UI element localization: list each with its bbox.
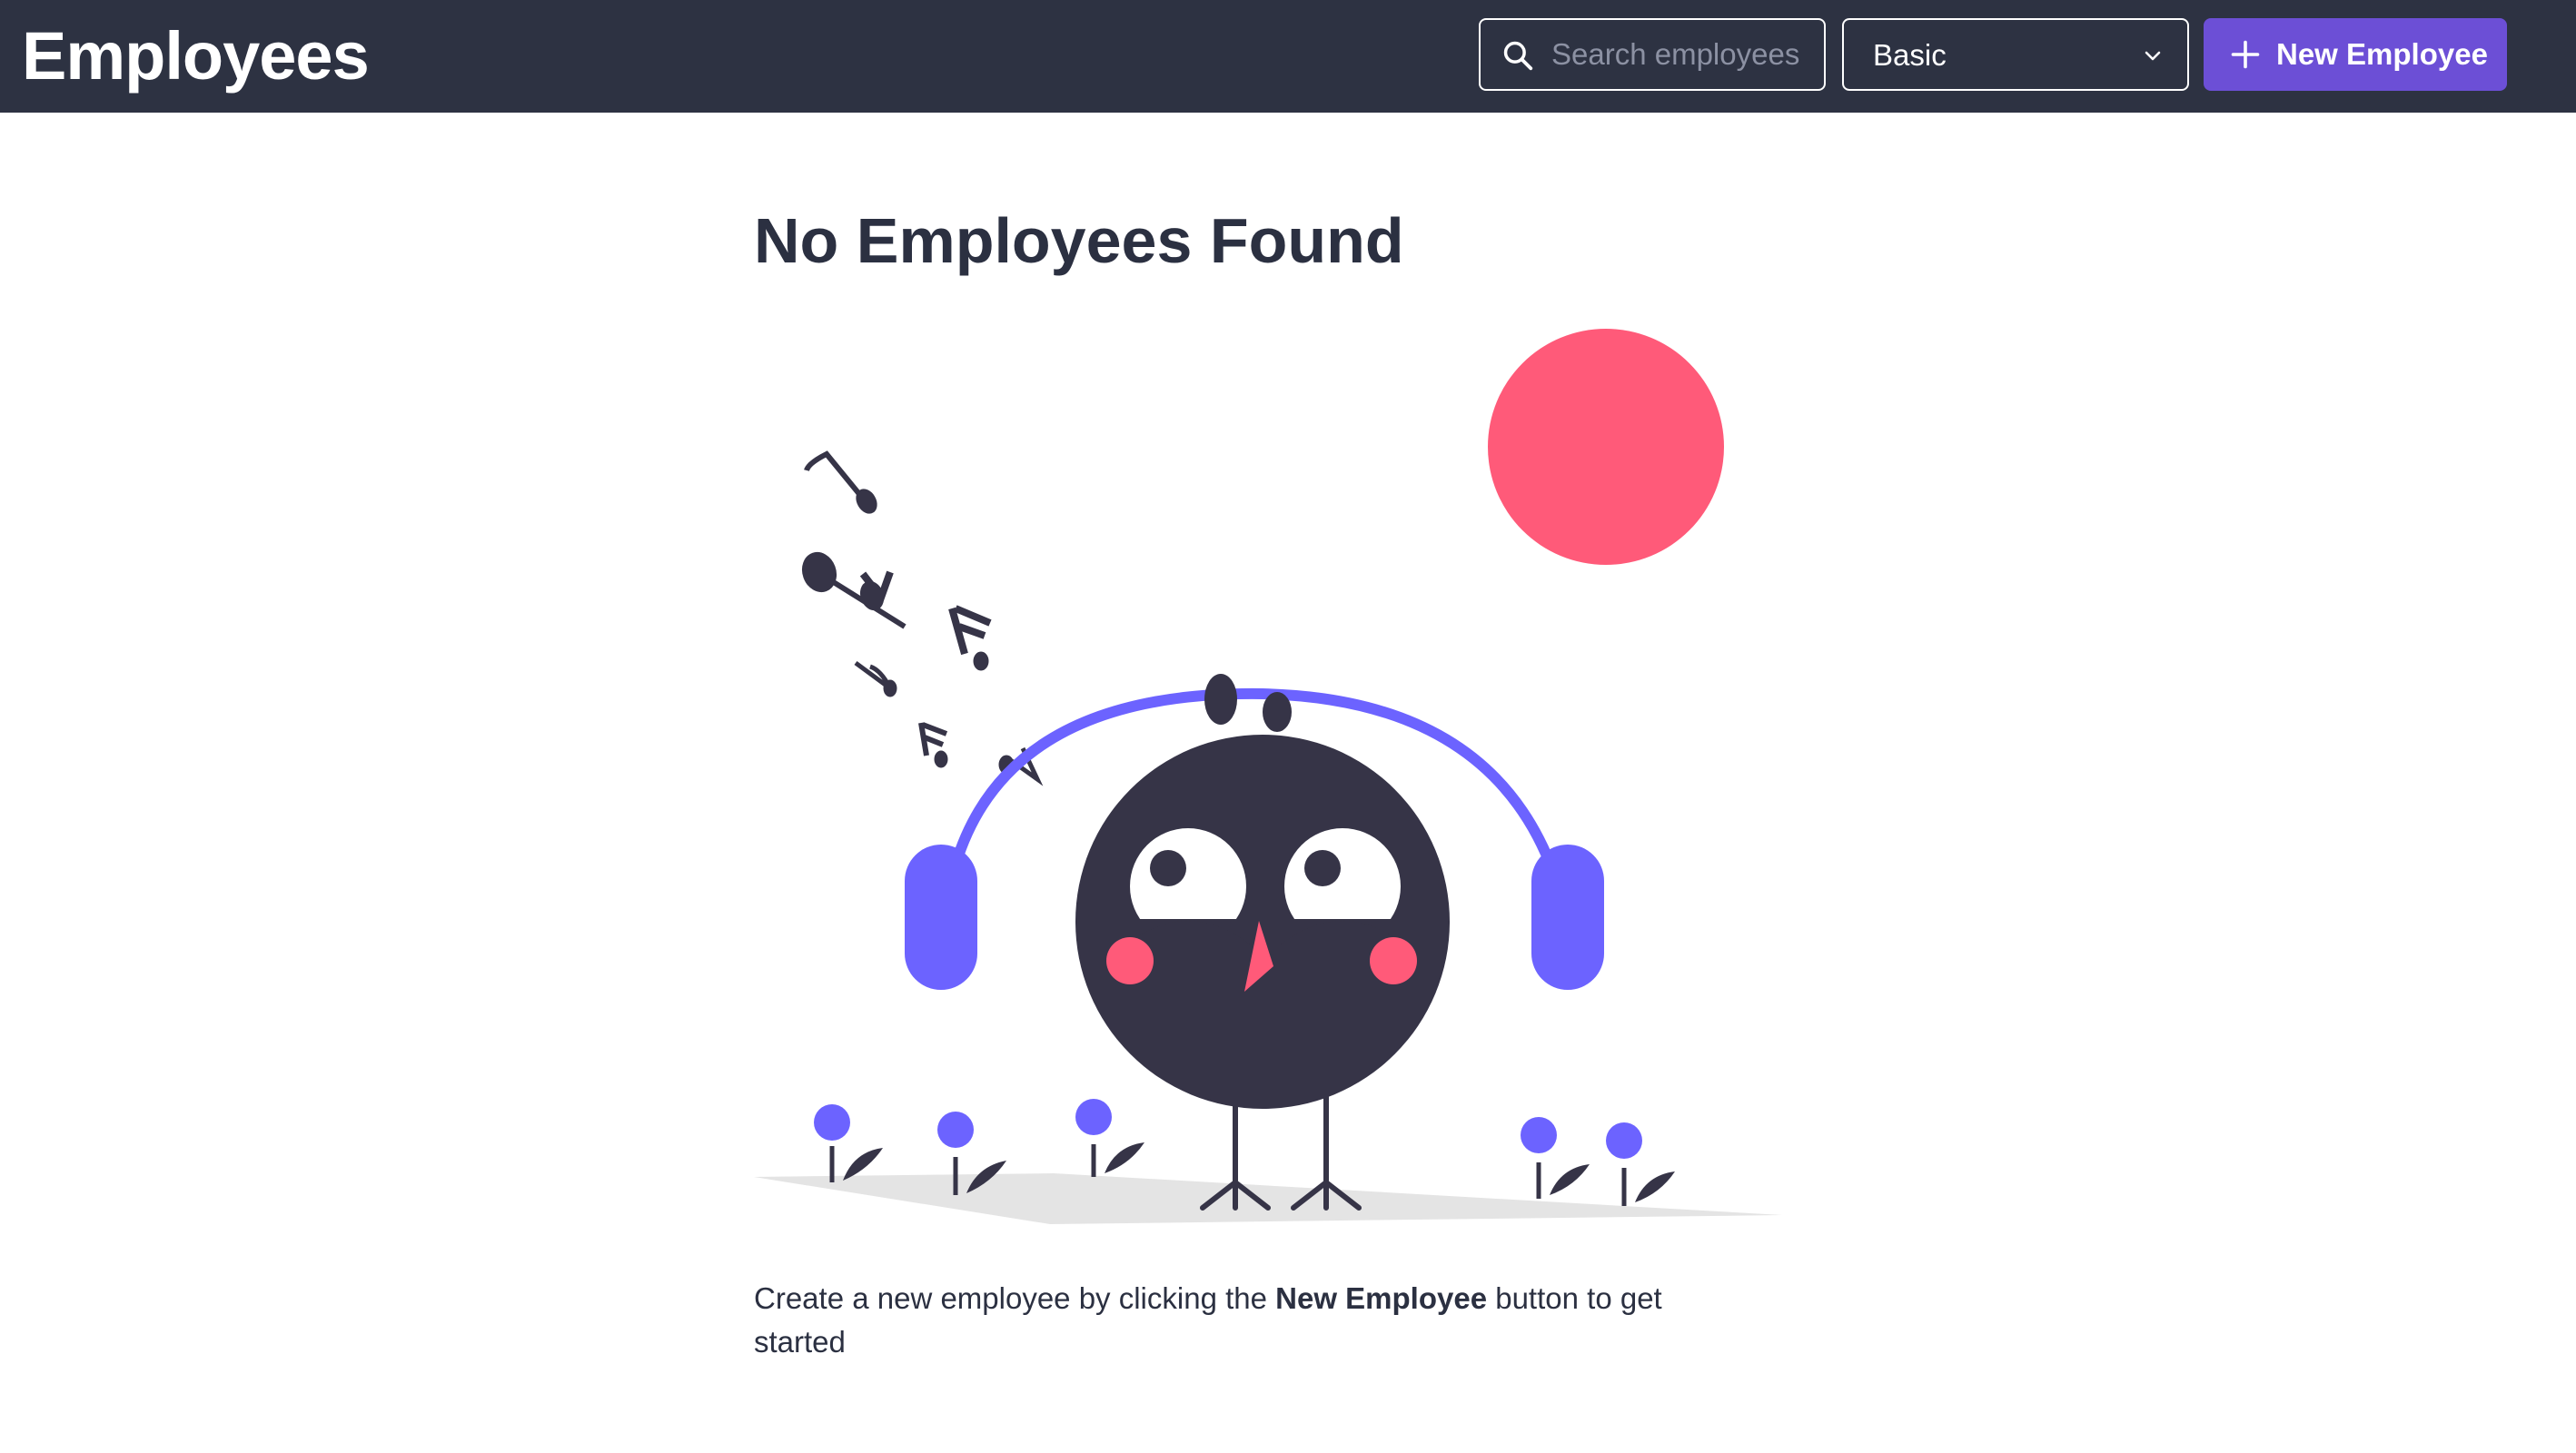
view-select[interactable]: Basic (1842, 18, 2189, 91)
empty-state-heading: No Employees Found (754, 205, 1404, 276)
flower-icon (1606, 1122, 1675, 1206)
headphone-right-cup (1531, 845, 1604, 990)
empty-state-message-prefix: Create a new employee by clicking the (754, 1281, 1276, 1315)
flower-icon (1075, 1099, 1144, 1177)
top-bar: Employees Basic New Employee (0, 0, 2576, 113)
plus-icon (2231, 40, 2260, 69)
music-note-icon (918, 722, 948, 768)
bird-pupil-left (1150, 850, 1186, 886)
new-employee-button-label: New Employee (2276, 37, 2488, 71)
search-box[interactable] (1479, 18, 1826, 91)
ground-shadow (754, 1173, 1782, 1224)
search-input[interactable] (1551, 22, 1815, 87)
music-note-icon (948, 605, 992, 671)
headphone-left-cup (905, 845, 977, 990)
empty-state-message: Create a new employee by clicking the Ne… (754, 1277, 1735, 1364)
bird-pupil-right (1304, 850, 1341, 886)
bird-tuft (1204, 674, 1237, 725)
bird-cheek-left (1106, 937, 1154, 984)
music-note-icon (804, 450, 877, 514)
bird-tuft (1263, 692, 1292, 732)
sun-circle (1488, 329, 1724, 565)
music-notes-group (801, 450, 1044, 786)
page-title: Employees (22, 18, 370, 94)
new-employee-button[interactable]: New Employee (2204, 18, 2507, 91)
chevron-down-icon (2145, 51, 2161, 61)
flower-icon (814, 1104, 883, 1182)
empty-state-illustration (754, 329, 1782, 1224)
empty-state-message-bold: New Employee (1275, 1281, 1488, 1315)
view-select-value: Basic (1873, 38, 1947, 72)
music-note-icon (854, 660, 897, 697)
bird-cheek-right (1370, 937, 1417, 984)
music-note-icon (801, 551, 907, 629)
search-icon (1503, 41, 1533, 71)
flower-icon (1521, 1117, 1590, 1199)
